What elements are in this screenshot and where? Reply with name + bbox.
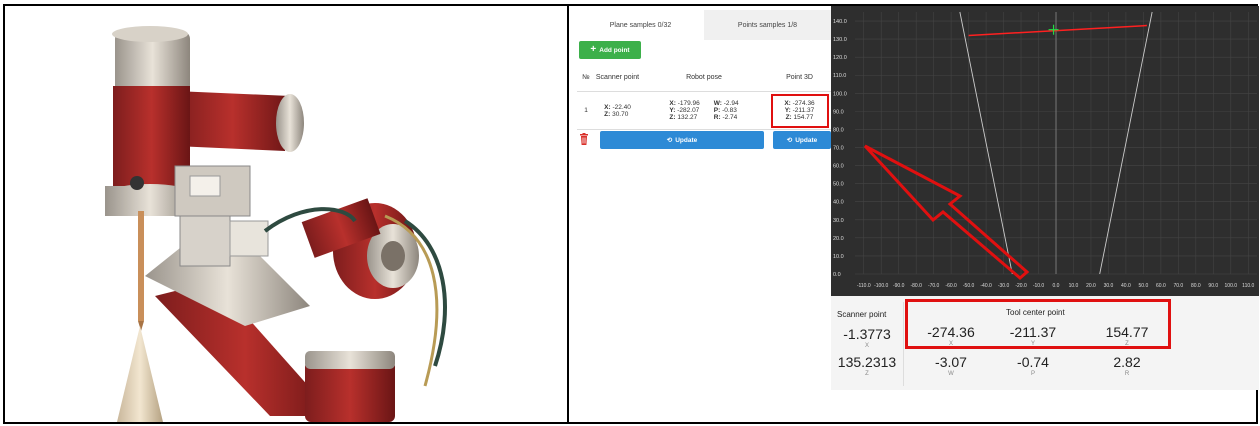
figure-frame: Plane samples 0/32 Points samples 1/8 + … xyxy=(3,4,1259,424)
annotation-arrow xyxy=(863,144,1030,280)
